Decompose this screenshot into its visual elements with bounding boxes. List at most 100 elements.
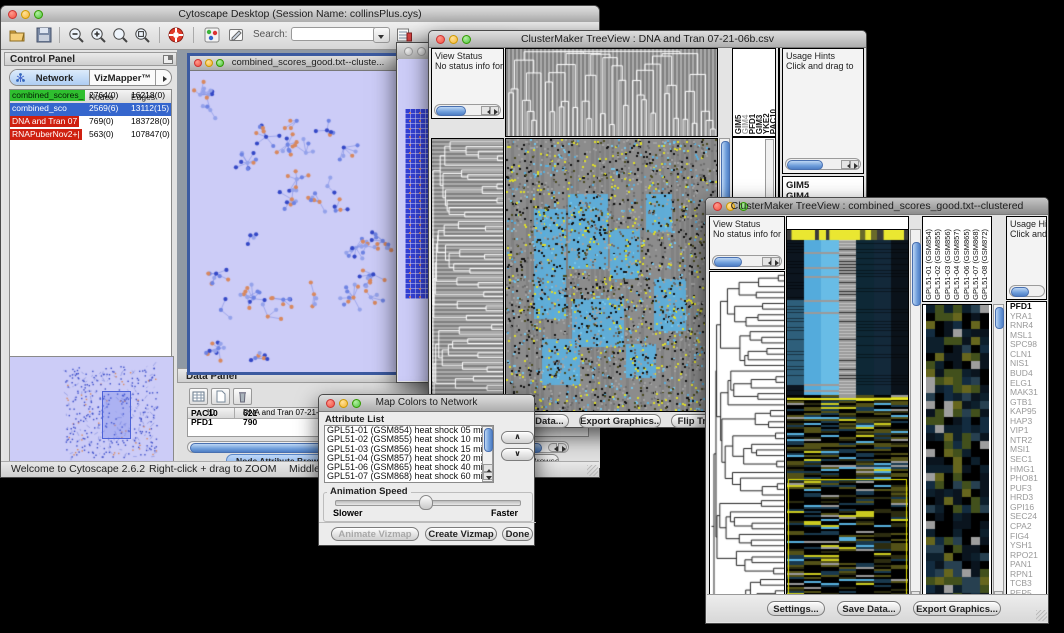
- scroll-left-button[interactable]: [762, 257, 771, 266]
- resize-grip[interactable]: [1036, 610, 1047, 621]
- zoom-out-icon[interactable]: [67, 26, 85, 44]
- tab-vizmapper[interactable]: VizMapper™: [90, 70, 156, 85]
- scrollbar-thumb[interactable]: [714, 257, 742, 267]
- cytoscape-titlebar[interactable]: Cytoscape Desktop (Session Name: collins…: [1, 6, 599, 23]
- scroll-up-button[interactable]: [483, 464, 493, 472]
- tv2-zoom-vscrollbar[interactable]: [993, 304, 1004, 611]
- move-down-button[interactable]: ∨: [501, 448, 534, 461]
- scroll-left-button[interactable]: [841, 160, 850, 169]
- column-label[interactable]: GPL51-06 (GSM865): [962, 229, 971, 300]
- scroll-right-button[interactable]: [850, 160, 859, 169]
- tv2-save-data-button[interactable]: Save Data...: [837, 601, 901, 616]
- column-label[interactable]: GPL51-08 (GSM872): [980, 229, 989, 300]
- network-table-row[interactable]: combined_sco 2569(6) 13112(15): [10, 103, 171, 116]
- minimize-icon[interactable]: [205, 59, 213, 67]
- scroll-left-button[interactable]: [481, 106, 490, 115]
- search-dropdown-button[interactable]: [373, 27, 390, 43]
- tv1-heatmap-canvas: [506, 139, 717, 411]
- tv2-button-bar: Settings... Save Data... Export Graphics…: [707, 594, 1048, 622]
- network-navigator[interactable]: [9, 356, 174, 465]
- tv2-heatmap[interactable]: [786, 229, 909, 611]
- scrollbar-thumb[interactable]: [787, 160, 823, 170]
- status-zoom-hint: Right-click + drag to ZOOM: [149, 463, 277, 475]
- search-input[interactable]: [291, 27, 377, 41]
- scroll-right-button[interactable]: [490, 106, 499, 115]
- network-table-row[interactable]: RNAPuberNov2+| 563(0) 107847(0): [10, 129, 171, 142]
- scroll-right-button[interactable]: [771, 257, 780, 266]
- tv1-row-dendrogram[interactable]: [431, 138, 504, 412]
- network-table-body: combined_scores_ 2764(0) 16218(0) combin…: [10, 90, 171, 142]
- tv2-export-graphics-button[interactable]: Export Graphics...: [913, 601, 1001, 616]
- zoom-in-icon[interactable]: [89, 26, 107, 44]
- treeview1-titlebar[interactable]: ClusterMaker TreeView : DNA and Tran 07-…: [429, 31, 866, 48]
- map-colors-dialog: Map Colors to Network Attribute List GPL…: [318, 394, 535, 546]
- tabs-more-button[interactable]: [156, 70, 172, 85]
- tv2-status-scrollbar[interactable]: [712, 255, 782, 267]
- attribute-list-item[interactable]: GPL51-07 (GSM868) heat shock 60 min: [325, 472, 493, 481]
- toolbar-separator: [59, 27, 60, 43]
- control-panel: Network VizMapper™ Network Nodes Edges c…: [4, 66, 177, 468]
- help-lifering-icon[interactable]: [167, 26, 185, 44]
- zoom-fit-icon[interactable]: [111, 26, 129, 44]
- scrollbar-thumb[interactable]: [484, 428, 493, 452]
- network-view-canvas[interactable]: [190, 70, 396, 372]
- tv2-row-dendrogram[interactable]: [709, 271, 785, 611]
- tv2-settings-button[interactable]: Settings...: [767, 601, 825, 616]
- scroll-down-button[interactable]: [483, 472, 493, 480]
- network-view-titlebar[interactable]: combined_scores_good.txt--cluste...: [190, 56, 396, 71]
- resize-grip[interactable]: [587, 465, 598, 476]
- network-nodes-count: 2764(0): [89, 90, 118, 100]
- scrollbar-thumb[interactable]: [1011, 287, 1029, 297]
- treeview2-titlebar[interactable]: ClusterMaker TreeView : combined_scores_…: [706, 198, 1048, 215]
- column-label[interactable]: GPL51-04 (GSM857): [952, 229, 961, 300]
- column-label[interactable]: GPL51-01 (GSM854): [924, 229, 933, 300]
- tv1-export-graphics-button[interactable]: Export Graphics...: [579, 414, 661, 428]
- column-label[interactable]: PAC10: [770, 109, 776, 134]
- vizmapper-icon[interactable]: [203, 26, 221, 44]
- tv1-usage-hints: Usage Hints Click and drag to: [782, 48, 864, 174]
- tv2-zoomheat-canvas[interactable]: [926, 305, 989, 610]
- attribute-select-icon[interactable]: [189, 388, 208, 405]
- column-label[interactable]: GPL51-02 (GSM855): [933, 229, 942, 300]
- done-button[interactable]: Done: [502, 527, 533, 541]
- tab-network[interactable]: Network: [10, 70, 90, 85]
- tv1-heatmap[interactable]: [505, 138, 718, 412]
- tv1-view-status: View Status No status info for: [431, 48, 504, 119]
- scroll-left-button[interactable]: [548, 443, 557, 452]
- network-edges-count: 107847(0): [131, 129, 170, 139]
- attribute-listbox[interactable]: GPL51-01 (GSM854) heat shock 05 minGPL51…: [324, 425, 494, 483]
- network-table-row[interactable]: combined_scores_ 2764(0) 16218(0): [10, 90, 171, 103]
- zoom-selected-icon[interactable]: [133, 26, 151, 44]
- scrollbar-thumb[interactable]: [436, 106, 466, 116]
- move-up-button[interactable]: ∧: [501, 431, 534, 444]
- tv2-usage-scrollbar[interactable]: [1009, 285, 1045, 297]
- tv1-column-dendrogram[interactable]: [505, 48, 718, 137]
- new-attribute-icon[interactable]: [211, 388, 230, 405]
- tv2-heatmap-vscrollbar[interactable]: [910, 229, 921, 611]
- save-icon[interactable]: [35, 26, 53, 44]
- scrollbar-thumb[interactable]: [912, 242, 921, 306]
- create-vizmap-button[interactable]: Create Vizmap: [425, 527, 497, 541]
- close-icon[interactable]: [194, 59, 202, 67]
- tv2-zoom-panel: [922, 304, 992, 611]
- column-label[interactable]: GPL51-03 (GSM856): [943, 229, 952, 300]
- delete-attribute-icon[interactable]: [233, 388, 252, 405]
- gene-label[interactable]: GIM5: [786, 180, 816, 191]
- navigator-viewport-rect[interactable]: [102, 391, 131, 439]
- dialog-titlebar[interactable]: Map Colors to Network: [319, 395, 534, 412]
- animate-vizmap-button[interactable]: Animate Vizmap: [331, 527, 419, 541]
- scrollbar-thumb[interactable]: [995, 307, 1004, 329]
- close-icon[interactable]: [404, 47, 413, 56]
- network-table-row[interactable]: DNA and Tran 07 769(0) 183728(0): [10, 116, 171, 129]
- treeview1-title: ClusterMaker TreeView : DNA and Tran 07-…: [429, 33, 866, 45]
- tv1-status-scrollbar[interactable]: [434, 104, 501, 116]
- tv1-usage-scrollbar[interactable]: [785, 158, 861, 170]
- scroll-right-button[interactable]: [558, 443, 567, 452]
- animation-slider-thumb[interactable]: [419, 495, 433, 510]
- attribute-list-vscroll[interactable]: [482, 426, 493, 482]
- annotation-icon[interactable]: [227, 26, 245, 44]
- tv2-column-dendrogram[interactable]: [786, 216, 909, 229]
- minimize-icon[interactable]: [417, 47, 426, 56]
- open-file-icon[interactable]: [8, 26, 26, 44]
- float-panel-icon[interactable]: [163, 55, 173, 64]
